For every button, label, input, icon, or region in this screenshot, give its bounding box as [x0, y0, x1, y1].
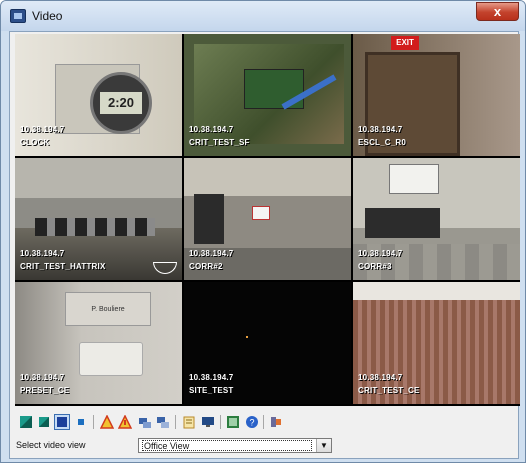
- video-app-icon: [10, 9, 26, 23]
- camera-name: SITE_TEST: [189, 386, 234, 395]
- toolbar-separator: [220, 415, 221, 429]
- camera-ip: 10.38.194.7: [189, 125, 234, 134]
- camera-tile-clock[interactable]: 2:20 10.38.194.7 CLOCK: [15, 34, 182, 156]
- camera-ip: 10.38.194.7: [20, 249, 65, 258]
- camera-tile-escl-c-r0[interactable]: EXIT 10.38.194.7 ESCL_C_R0: [353, 34, 520, 156]
- toolbar-separator: [263, 415, 264, 429]
- toolbar-separator: [93, 415, 94, 429]
- scene-light-point: [246, 336, 248, 338]
- camera-tile-crit-test-hattrix[interactable]: 10.38.194.7 CRIT_TEST_HATTRIX: [15, 158, 182, 280]
- view-select-value: Office View: [142, 440, 312, 451]
- camera-ip: 10.38.194.7: [358, 249, 403, 258]
- camera-tile-crit-test-ce[interactable]: 10.38.194.7 CRIT_TEST_CE: [353, 282, 520, 404]
- layout-2x2-icon: [39, 417, 49, 427]
- scene-door-plate: P. Bouliere: [65, 292, 151, 326]
- scene-thermostat: [79, 342, 143, 376]
- scene-sign: [252, 206, 270, 220]
- camera-name: ESCL_C_R0: [358, 138, 407, 147]
- layout-3x3-button[interactable]: [54, 414, 70, 430]
- window-title: Video: [32, 9, 63, 23]
- camera-group-button[interactable]: [137, 414, 153, 430]
- scene-monitors: [35, 218, 155, 236]
- help-icon: ?: [246, 416, 258, 428]
- ptz-warning-button[interactable]: [99, 414, 115, 430]
- scene-whiteboard: [389, 164, 439, 194]
- camera-name: CRIT_TEST_SF: [189, 138, 250, 147]
- close-button[interactable]: x: [476, 2, 519, 21]
- layout-2x2-button[interactable]: [36, 414, 52, 430]
- snapshot-button[interactable]: [225, 414, 241, 430]
- scene-racks: [194, 194, 224, 244]
- camera-ip: 10.38.194.7: [358, 125, 403, 134]
- scene-ceiling: [184, 158, 351, 196]
- chevron-down-icon[interactable]: ▼: [316, 439, 331, 452]
- notes-button[interactable]: [181, 414, 197, 430]
- view-select-dropdown[interactable]: Office View ▼: [138, 438, 332, 453]
- camera-ip: 10.38.194.7: [20, 125, 65, 134]
- camera-name: CORR#3: [358, 262, 392, 271]
- layout-4x4-button[interactable]: [73, 414, 89, 430]
- camera-tile-site-test[interactable]: 10.38.194.7 SITE_TEST: [184, 282, 351, 404]
- camera-group-icon: [139, 418, 151, 428]
- camera-ip: 10.38.194.7: [20, 373, 65, 382]
- camera-name: CLOCK: [20, 138, 50, 147]
- camera-tile-crit-test-sf[interactable]: 10.38.194.7 CRIT_TEST_SF: [184, 34, 351, 156]
- layout-1x1-button[interactable]: [18, 414, 34, 430]
- settings-button[interactable]: [268, 414, 284, 430]
- video-toolbar: ?: [15, 412, 315, 432]
- view-select-label: Select video view: [16, 440, 86, 450]
- snapshot-icon: [227, 416, 239, 428]
- title-bar[interactable]: Video x: [1, 1, 525, 31]
- video-grid: 2:20 10.38.194.7 CLOCK 10.38.194.7 CRIT_…: [15, 34, 520, 406]
- layout-3x3-icon: [57, 417, 67, 427]
- camera-tile-preset-ce[interactable]: P. Bouliere 10.38.194.7 PRESET_CE: [15, 282, 182, 404]
- ptz-warning-alt-button[interactable]: [117, 414, 133, 430]
- camera-ip: 10.38.194.7: [358, 373, 403, 382]
- client-area: 2:20 10.38.194.7 CLOCK 10.38.194.7 CRIT_…: [9, 31, 520, 459]
- svg-text:?: ?: [249, 418, 254, 428]
- camera-ip: 10.38.194.7: [189, 249, 234, 258]
- camera-name: PRESET_CE: [20, 386, 70, 395]
- camera-group-alt-button[interactable]: [155, 414, 171, 430]
- layout-1x1-icon: [20, 416, 32, 428]
- camera-name: CRIT_TEST_HATTRIX: [20, 262, 106, 271]
- help-button[interactable]: ?: [244, 414, 260, 430]
- toolbar-separator: [175, 415, 176, 429]
- scene-screen-top: [353, 282, 520, 300]
- view-select-row: Select video view Office View ▼: [10, 435, 518, 457]
- video-window: Video x 2:20 10.38.194.7 CLOCK 10.38.194…: [0, 0, 526, 463]
- camera-name: CRIT_TEST_CE: [358, 386, 420, 395]
- scene-clock-display: 2:20: [100, 92, 142, 114]
- camera-name: CORR#2: [189, 262, 223, 271]
- camera-group-alt-icon: [157, 417, 169, 428]
- notes-icon: [183, 416, 195, 429]
- scene-ceiling: [15, 158, 182, 198]
- camera-ip: 10.38.194.7: [189, 373, 234, 382]
- scene-exit-sign: EXIT: [391, 36, 419, 50]
- monitor-icon: [202, 417, 214, 427]
- ptz-warning-icon: [100, 415, 114, 429]
- layout-4x4-icon: [78, 419, 84, 425]
- scene-cabinets: [365, 208, 440, 238]
- ptz-warning-alt-icon: [118, 415, 132, 429]
- camera-tile-corr2[interactable]: 10.38.194.7 CORR#2: [184, 158, 351, 280]
- settings-icon: [271, 417, 281, 427]
- camera-tile-corr3[interactable]: 10.38.194.7 CORR#3: [353, 158, 520, 280]
- monitor-button[interactable]: [200, 414, 216, 430]
